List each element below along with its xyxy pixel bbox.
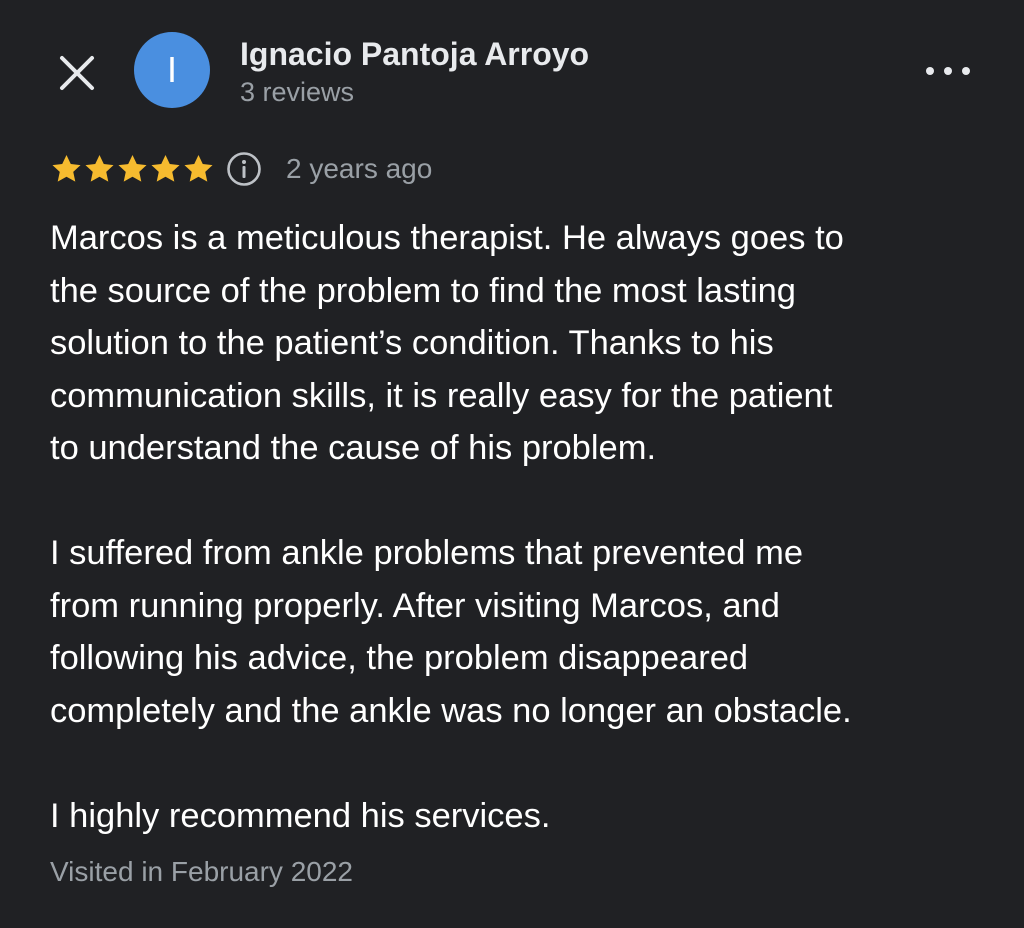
close-button[interactable] xyxy=(54,50,100,96)
more-options-button[interactable] xyxy=(926,60,970,82)
info-button[interactable] xyxy=(226,151,262,187)
star-icon xyxy=(182,152,215,186)
review-count: 3 reviews xyxy=(240,77,355,107)
avatar[interactable]: I xyxy=(134,32,210,108)
more-dot xyxy=(926,67,934,75)
more-dot xyxy=(962,67,970,75)
review-paragraph: I suffered from ankle problems that prev… xyxy=(50,534,852,730)
review-paragraph: Marcos is a meticulous therapist. He alw… xyxy=(50,219,844,467)
close-icon xyxy=(60,56,94,90)
star-rating xyxy=(50,152,215,186)
review-date: 2 years ago xyxy=(286,153,433,184)
review-paragraph: I highly recommend his services. xyxy=(50,796,551,835)
star-icon xyxy=(83,152,116,186)
star-icon xyxy=(116,152,149,186)
more-dot xyxy=(944,67,952,75)
author-name[interactable]: Ignacio Pantoja Arroyo xyxy=(240,36,589,73)
visited-date: Visited in February 2022 xyxy=(50,856,353,887)
review-text: Marcos is a meticulous therapist. He alw… xyxy=(50,212,1010,842)
star-icon xyxy=(50,152,83,186)
info-icon xyxy=(227,152,261,186)
star-icon xyxy=(149,152,182,186)
